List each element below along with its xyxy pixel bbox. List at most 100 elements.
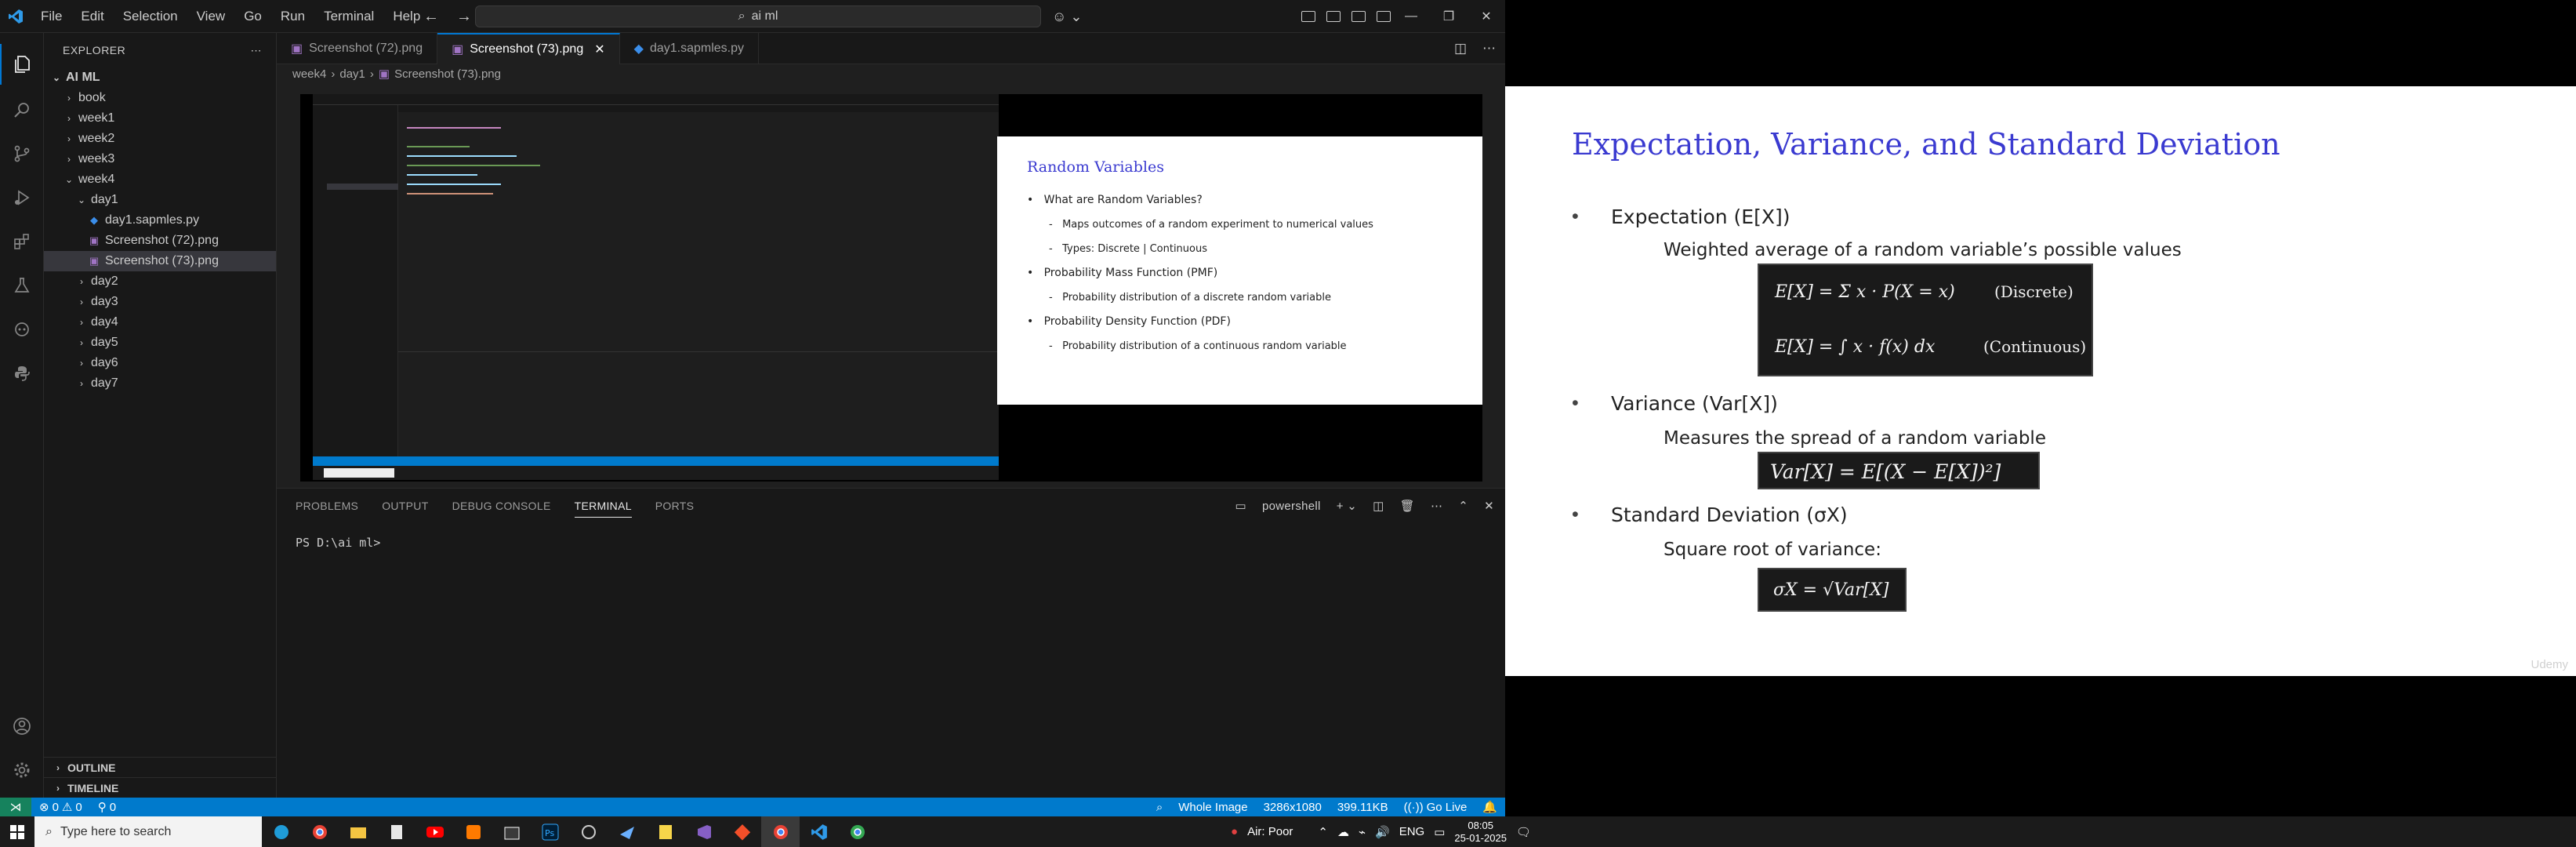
tab-debug-console[interactable]: DEBUG CONSOLE	[452, 500, 551, 512]
extensions-icon[interactable]	[0, 221, 44, 262]
vscode-taskbar-icon[interactable]	[800, 816, 838, 847]
air-quality-text[interactable]: Air: Poor	[1247, 825, 1293, 838]
tab-screenshot-73[interactable]: ▣ Screenshot (73).png ✕	[437, 33, 620, 64]
customize-layout-icon[interactable]	[1377, 11, 1391, 22]
remote-icon[interactable]: ⋊	[0, 798, 31, 816]
folder-week3[interactable]: › week3	[44, 149, 276, 169]
split-terminal-icon[interactable]: ◫	[1373, 499, 1384, 513]
volume-icon[interactable]: 🔊	[1375, 825, 1390, 839]
store-icon[interactable]	[492, 816, 531, 847]
show-hidden-icons-icon[interactable]: ⌃	[1318, 825, 1328, 839]
visual-studio-icon[interactable]	[684, 816, 723, 847]
new-terminal-icon[interactable]: + ⌄	[1337, 499, 1357, 513]
taskbar-search[interactable]: ⌕ Type here to search	[34, 816, 262, 847]
minimize-icon[interactable]: —	[1392, 0, 1430, 33]
more-actions-icon[interactable]: ⋯	[1482, 41, 1496, 56]
cloud-icon[interactable]: ☁	[1337, 825, 1349, 839]
toggle-primary-sidebar-icon[interactable]	[1301, 11, 1315, 22]
folder-day1[interactable]: ⌄ day1	[44, 190, 276, 210]
file-screenshot-72-png[interactable]: ▣ Screenshot (72).png	[44, 231, 276, 251]
menu-selection[interactable]: Selection	[114, 0, 187, 33]
notes-icon[interactable]	[646, 816, 684, 847]
maximize-panel-icon[interactable]: ⌃	[1458, 499, 1468, 513]
notification-center-icon[interactable]: 🗨	[1516, 825, 1531, 839]
language-indicator[interactable]: ENG	[1399, 825, 1425, 838]
testing-icon[interactable]	[0, 265, 44, 306]
file-screenshot-73-png[interactable]: ▣ Screenshot (73).png	[44, 251, 276, 271]
settings-icon[interactable]	[569, 816, 608, 847]
settings-gear-icon[interactable]	[0, 750, 44, 791]
more-actions-icon[interactable]: ⋯	[251, 44, 263, 57]
menu-go[interactable]: Go	[234, 0, 271, 33]
chrome-icon[interactable]	[300, 816, 339, 847]
notifications-bell-icon[interactable]: 🔔	[1475, 800, 1505, 814]
file-icon[interactable]	[377, 816, 415, 847]
go-live-button[interactable]: ((·)) Go Live	[1396, 801, 1475, 814]
command-center[interactable]: ⌕ ai ml	[475, 5, 1041, 27]
tab-terminal[interactable]: TERMINAL	[574, 500, 632, 518]
workspace-root[interactable]: ⌄ AI ML	[44, 67, 276, 88]
toggle-panel-icon[interactable]	[1326, 11, 1341, 22]
folder-day3[interactable]: › day3	[44, 292, 276, 312]
zoom-icon[interactable]: ⌕	[1148, 801, 1170, 814]
run-debug-icon[interactable]	[0, 177, 44, 218]
accounts-icon[interactable]	[0, 706, 44, 747]
menu-view[interactable]: View	[187, 0, 235, 33]
folder-week1[interactable]: › week1	[44, 108, 276, 129]
close-icon[interactable]: ✕	[1468, 0, 1505, 33]
tab-day1-samples[interactable]: ◆ day1.sapmles.py	[620, 33, 759, 64]
folder-day5[interactable]: › day5	[44, 333, 276, 353]
copilot-icon[interactable]: ☺ ⌄	[1052, 0, 1082, 33]
image-preview[interactable]: Random Variables • What are Random Varia…	[300, 94, 1482, 482]
git-icon[interactable]	[723, 816, 761, 847]
tab-problems[interactable]: PROBLEMS	[296, 500, 358, 512]
folder-book[interactable]: › book	[44, 88, 276, 108]
outline-section[interactable]: › OUTLINE	[44, 757, 277, 777]
back-arrow-icon[interactable]: ←	[423, 8, 439, 26]
copilot-chat-icon[interactable]	[0, 309, 44, 350]
explorer-icon[interactable]	[0, 44, 44, 85]
folder-day6[interactable]: › day6	[44, 353, 276, 373]
edge-icon[interactable]	[262, 816, 300, 847]
toggle-secondary-sidebar-icon[interactable]	[1351, 11, 1366, 22]
menu-file[interactable]: File	[31, 0, 71, 33]
breadcrumb-file[interactable]: Screenshot (73).png	[394, 67, 501, 81]
search-icon[interactable]	[0, 89, 44, 130]
file-day1-sapmles-py[interactable]: ◆ day1.sapmles.py	[44, 210, 276, 231]
tab-screenshot-72[interactable]: ▣ Screenshot (72).png	[277, 33, 438, 64]
folder-day2[interactable]: › day2	[44, 271, 276, 292]
youtube-icon[interactable]	[415, 816, 454, 847]
network-icon[interactable]: ⌁	[1359, 825, 1366, 839]
clock[interactable]: 08:05 25-01-2025	[1454, 820, 1507, 845]
menu-run[interactable]: Run	[271, 0, 314, 33]
more-actions-icon[interactable]: ⋯	[1431, 499, 1442, 513]
file-explorer-icon[interactable]	[339, 816, 377, 847]
tab-ports[interactable]: PORTS	[655, 500, 694, 512]
image-zoom-status[interactable]: Whole Image	[1170, 801, 1255, 814]
ports-status[interactable]: ⚲ 0	[90, 800, 124, 815]
timeline-section[interactable]: › TIMELINE	[44, 777, 277, 798]
display-icon[interactable]: ▭	[1434, 825, 1445, 839]
kill-terminal-icon[interactable]: 🗑	[1400, 499, 1415, 513]
forward-arrow-icon[interactable]: →	[456, 8, 472, 26]
shell-name[interactable]: powershell	[1262, 500, 1321, 513]
close-panel-icon[interactable]: ✕	[1484, 499, 1494, 513]
folder-day4[interactable]: › day4	[44, 312, 276, 333]
folder-week4[interactable]: ⌄ week4	[44, 169, 276, 190]
breadcrumb-week4[interactable]: week4	[292, 67, 326, 81]
chrome-profile-icon[interactable]	[838, 816, 876, 847]
split-editor-icon[interactable]: ◫	[1454, 41, 1467, 56]
windows-start-icon[interactable]	[0, 816, 34, 847]
source-control-icon[interactable]	[0, 133, 44, 174]
folder-week2[interactable]: › week2	[44, 129, 276, 149]
app-icon[interactable]	[608, 816, 646, 847]
chrome-active-icon[interactable]	[761, 816, 800, 847]
breadcrumb-day1[interactable]: day1	[339, 67, 365, 81]
restore-icon[interactable]: ❐	[1430, 0, 1468, 33]
menu-terminal[interactable]: Terminal	[314, 0, 383, 33]
close-tab-icon[interactable]: ✕	[594, 42, 604, 57]
photoshop-icon[interactable]: Ps	[531, 816, 569, 847]
terminal-output[interactable]: PS D:\ai ml>	[277, 523, 1505, 562]
python-icon[interactable]	[0, 353, 44, 394]
menu-edit[interactable]: Edit	[71, 0, 113, 33]
